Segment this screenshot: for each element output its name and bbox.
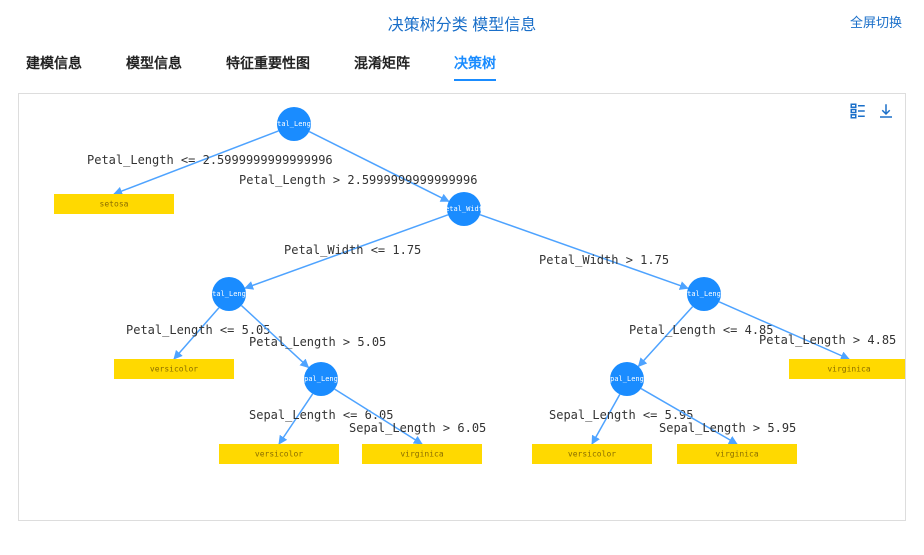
tab-build-info[interactable]: 建模信息	[26, 53, 82, 81]
leaf-node-label: setosa	[100, 200, 129, 209]
decision-tree-svg: Petal_Length <= 2.5999999999999996 Petal_…	[19, 94, 905, 520]
tree-edge	[480, 215, 688, 289]
split-node-label: Petal_Width	[441, 205, 487, 213]
leaf-node-label: versicolor	[150, 365, 198, 374]
edge-label: Petal_Length > 2.5999999999999996	[239, 173, 477, 187]
page-title: 决策树分类 模型信息	[388, 11, 536, 35]
tabs: 建模信息 模型信息 特征重要性图 混淆矩阵 决策树	[0, 45, 924, 85]
split-node-label: Petal_Length	[204, 290, 255, 298]
edge-label: Petal_Width <= 1.75	[284, 243, 421, 257]
leaf-node-label: virginica	[715, 450, 759, 459]
canvas-toolbar	[849, 102, 895, 120]
tab-model-info[interactable]: 模型信息	[126, 53, 182, 81]
header: 决策树分类 模型信息 全屏切换	[0, 0, 924, 45]
edge-label: Sepal_Length > 6.05	[349, 421, 486, 435]
leaf-node-label: versicolor	[568, 450, 616, 459]
edge-label: Petal_Length > 5.05	[249, 335, 386, 349]
leaf-node-label: versicolor	[255, 450, 303, 459]
split-node-label: Sepal_Length	[602, 375, 653, 383]
edge-label: Petal_Length <= 4.85	[629, 323, 774, 337]
leaf-node-label: virginica	[400, 450, 444, 459]
tab-confusion[interactable]: 混淆矩阵	[354, 53, 410, 81]
split-node-label: Petal_Length	[269, 120, 320, 128]
edge-label: Sepal_Length <= 5.95	[549, 408, 694, 422]
fullscreen-toggle[interactable]: 全屏切换	[850, 12, 902, 31]
tree-canvas[interactable]: Petal_Length <= 2.5999999999999996 Petal_…	[18, 93, 906, 521]
download-icon[interactable]	[877, 102, 895, 120]
edge-label: Petal_Length <= 2.5999999999999996	[87, 153, 333, 167]
split-node-label: Petal_Length	[679, 290, 730, 298]
tree-toggle-icon[interactable]	[849, 102, 867, 120]
split-node-label: Sepal_Length	[296, 375, 347, 383]
edge-label: Sepal_Length > 5.95	[659, 421, 796, 435]
edge-label: Petal_Width > 1.75	[539, 253, 669, 267]
tab-decision-tree[interactable]: 决策树	[454, 53, 496, 81]
tab-feature-imp[interactable]: 特征重要性图	[226, 53, 310, 81]
leaf-node-label: virginica	[827, 365, 871, 374]
edge-label: Petal_Length > 4.85	[759, 333, 896, 347]
edge-label: Sepal_Length <= 6.05	[249, 408, 394, 422]
